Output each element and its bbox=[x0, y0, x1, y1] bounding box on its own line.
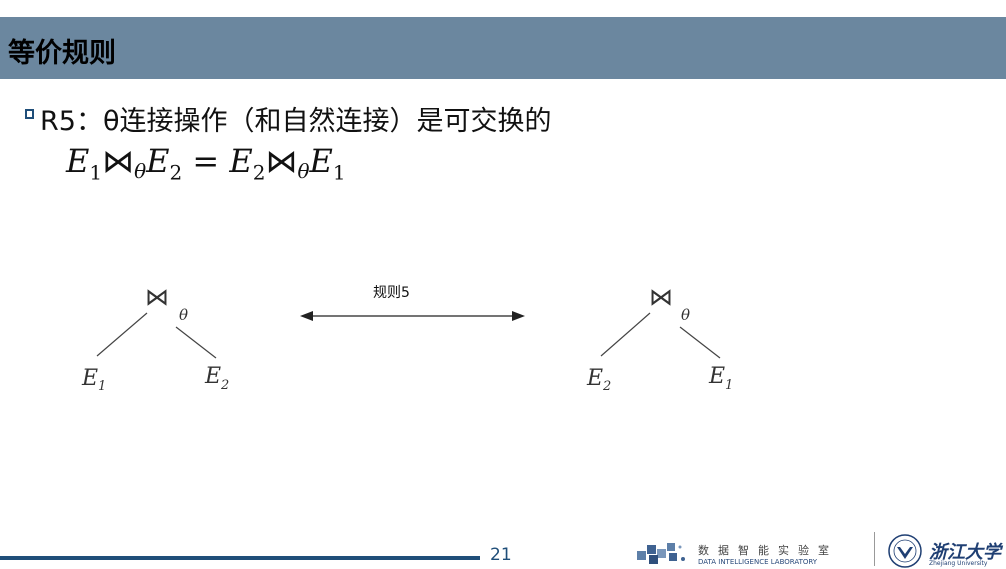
right-join-tree: ⋈ θ E 2 E 1 bbox=[586, 283, 733, 394]
left-join-theta: θ bbox=[179, 306, 188, 324]
right-tree-edge-left bbox=[600, 312, 651, 357]
university-seal-icon bbox=[888, 534, 922, 568]
left-join-root: ⋈ bbox=[145, 283, 169, 311]
join-tree-diagram: ⋈ θ E 1 E 2 ⋈ θ E 2 E 1 bbox=[81, 283, 733, 394]
left-leaf-sub: 1 bbox=[98, 379, 106, 394]
right-tree-right-leaf-e: E bbox=[708, 364, 725, 389]
right-tree-edge-right bbox=[679, 326, 721, 359]
footer-divider bbox=[874, 532, 875, 566]
right-join-theta: θ bbox=[681, 306, 690, 324]
right-leaf-sub: 2 bbox=[220, 378, 229, 393]
rule-arrow bbox=[300, 311, 525, 321]
page-number: 21 bbox=[490, 545, 512, 565]
right-tree-left-leaf-sub: 2 bbox=[602, 379, 611, 394]
right-tree-left-leaf-e: E bbox=[586, 366, 603, 391]
footer-rule bbox=[0, 556, 480, 560]
left-tree-edge-left bbox=[96, 312, 148, 357]
lab-logo-icon bbox=[637, 543, 685, 564]
right-join-root: ⋈ bbox=[649, 283, 673, 311]
lab-name-cn: 数据智能实验室 bbox=[698, 544, 838, 557]
left-join-tree: ⋈ θ E 1 E 2 bbox=[81, 283, 229, 394]
left-leaf-e: E bbox=[81, 366, 98, 391]
right-tree-right-leaf-sub: 1 bbox=[725, 378, 733, 393]
lab-name-en: DATA INTELLIGENCE LABORATORY bbox=[698, 558, 818, 566]
left-tree-edge-right bbox=[175, 326, 217, 359]
right-leaf-e: E bbox=[204, 364, 221, 389]
rule-label: 规则5 bbox=[373, 285, 410, 301]
